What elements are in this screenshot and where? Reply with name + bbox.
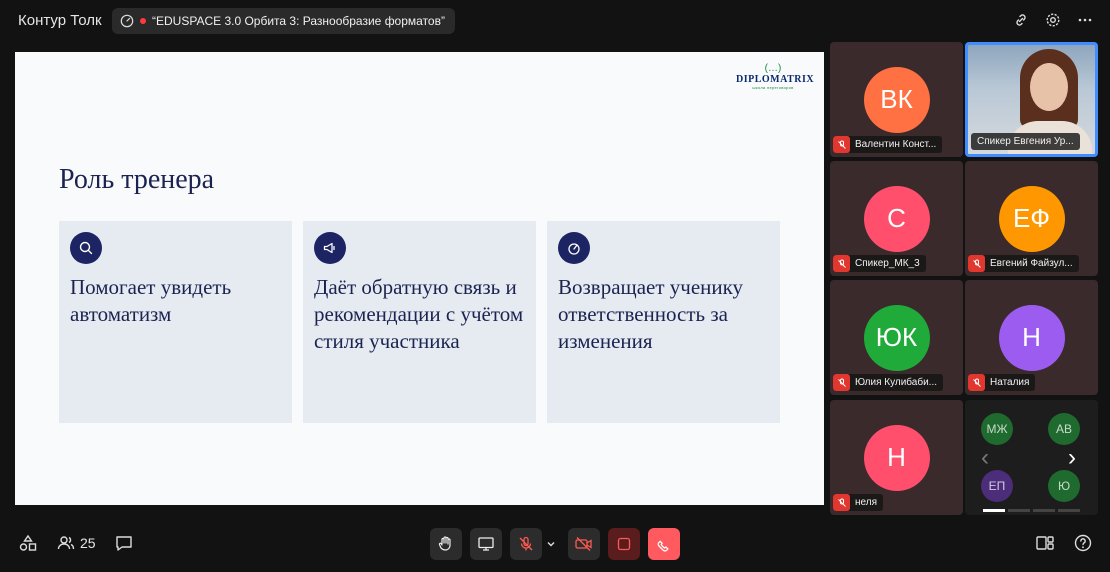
microphone-button[interactable]	[510, 528, 542, 560]
more-icon[interactable]	[1076, 11, 1094, 29]
gear-icon[interactable]	[1044, 11, 1062, 29]
mic-off-icon	[519, 536, 533, 551]
role-card-text: Помогает увидеть автоматизм	[70, 275, 232, 326]
raise-hand-button[interactable]	[430, 528, 462, 560]
participant-tile[interactable]: С Спикер_МК_3	[830, 161, 963, 276]
participant-name: Евгений Файзул...	[990, 258, 1073, 269]
page-indicator	[983, 499, 1083, 512]
participant-name-tag: Евгений Файзул...	[968, 255, 1079, 272]
participant-tile-active-speaker[interactable]: Спикер Евгения Ур...	[965, 42, 1098, 157]
role-card-text: Возвращает ученику ответственность за из…	[558, 275, 744, 353]
leave-call-button[interactable]	[648, 528, 680, 560]
participants-button[interactable]: 25	[56, 533, 96, 553]
recording-dot	[140, 18, 146, 24]
role-card-1: Помогает увидеть автоматизм	[59, 221, 292, 423]
mic-off-icon	[833, 255, 850, 272]
participant-tile[interactable]: Н Наталия	[965, 280, 1098, 395]
mic-off-icon	[968, 374, 985, 391]
phone-hangup-icon	[657, 540, 669, 552]
role-card-2: Даёт обратную связь и рекомендации с учё…	[303, 221, 536, 423]
avatar: ВК	[863, 66, 930, 133]
avatar: Н	[998, 304, 1065, 371]
participant-name-tag: Юлия Кулибаби...	[833, 374, 944, 391]
participant-name-tag: Спикер Евгения Ур...	[971, 133, 1080, 150]
mini-avatar: АВ	[1048, 413, 1080, 445]
mic-off-icon	[833, 494, 850, 511]
participant-name: Валентин Конст...	[855, 139, 937, 150]
mini-avatar: МЖ	[981, 413, 1013, 445]
slide-title: Роль тренера	[59, 164, 215, 195]
meeting-title-pill[interactable]: “EDUSPACE 3.0 Орбита 3: Разнообразие фор…	[112, 8, 455, 34]
participant-name-tag: Валентин Конст...	[833, 136, 943, 153]
record-stop-icon	[617, 537, 631, 551]
avatar: ЮК	[863, 304, 930, 371]
mic-off-icon	[968, 255, 985, 272]
participant-name-tag: неля	[833, 494, 884, 511]
participant-tile[interactable]: ЕФ Евгений Файзул...	[965, 161, 1098, 276]
role-card-3: Возвращает ученику ответственность за из…	[547, 221, 780, 423]
diplomatrix-logo: (…) DIPLOMATRIX школа переговоров	[736, 63, 815, 91]
role-card-text: Даёт обратную связь и рекомендации с учё…	[314, 275, 524, 353]
camera-off-icon	[575, 537, 592, 551]
participant-name-tag: Спикер_МК_3	[833, 255, 926, 272]
chat-icon[interactable]	[114, 533, 134, 553]
participant-tile[interactable]: ЮК Юлия Кулибаби...	[830, 280, 963, 395]
chevron-left-icon[interactable]: ‹	[981, 444, 989, 472]
mic-off-icon	[833, 374, 850, 391]
screen-share-button[interactable]	[470, 528, 502, 560]
participant-name: неля	[855, 497, 878, 508]
participant-name: Наталия	[990, 377, 1030, 388]
avatar: ЕФ	[998, 185, 1065, 252]
mic-off-icon	[833, 136, 850, 153]
mini-avatar: ЕП	[981, 470, 1013, 502]
search-icon	[70, 232, 102, 264]
shapes-icon[interactable]	[18, 533, 38, 553]
participant-name-tag: Наталия	[968, 374, 1036, 391]
layout-icon[interactable]	[1035, 533, 1055, 553]
bottom-toolbar: 25	[0, 520, 1110, 572]
meeting-title: “EDUSPACE 3.0 Орбита 3: Разнообразие фор…	[152, 14, 445, 28]
chevron-right-icon[interactable]: ›	[1068, 444, 1076, 472]
participant-name: Спикер_МК_3	[855, 258, 920, 269]
speedometer-icon	[120, 14, 134, 28]
people-icon	[57, 536, 75, 550]
participant-tile[interactable]: ВК Валентин Конст...	[830, 42, 963, 157]
participant-name: Юлия Кулибаби...	[855, 377, 938, 388]
app-title: Контур Толк	[18, 12, 102, 29]
hand-icon	[438, 536, 451, 551]
top-bar: Контур Толк “EDUSPACE 3.0 Орбита 3: Разн…	[0, 0, 1110, 42]
participant-tile[interactable]: Н неля	[830, 400, 963, 515]
presentation-slide: (…) DIPLOMATRIX школа переговоров Роль т…	[15, 52, 824, 505]
participants-count: 25	[80, 535, 96, 551]
avatar: Н	[863, 424, 930, 491]
help-icon[interactable]	[1073, 533, 1093, 553]
camera-button[interactable]	[568, 528, 600, 560]
chevron-down-icon[interactable]	[545, 538, 557, 550]
monitor-icon	[478, 537, 494, 551]
avatar: С	[863, 185, 930, 252]
megaphone-icon	[314, 232, 346, 264]
more-participants-tile[interactable]: МЖ АВ ЕП Ю ‹ ›	[965, 400, 1098, 515]
mini-avatar: Ю	[1048, 470, 1080, 502]
record-button[interactable]	[608, 528, 640, 560]
gauge-icon	[558, 232, 590, 264]
participant-name: Спикер Евгения Ур...	[977, 136, 1074, 147]
link-icon[interactable]	[1012, 11, 1030, 29]
